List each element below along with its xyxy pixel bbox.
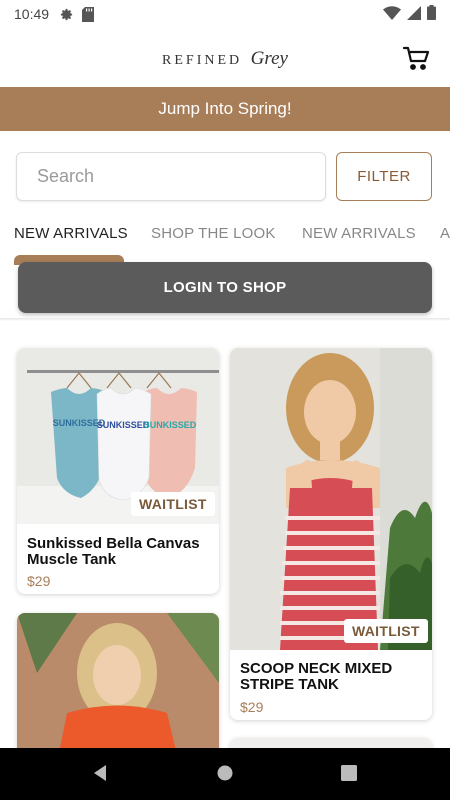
status-right bbox=[383, 5, 436, 23]
search-input[interactable] bbox=[17, 153, 325, 200]
signal-icon bbox=[407, 5, 421, 23]
section-divider bbox=[0, 318, 450, 321]
login-to-shop-button[interactable]: LOGIN TO SHOP bbox=[18, 262, 432, 313]
shirt-print: SUNKISSED bbox=[97, 420, 150, 430]
waitlist-badge: WAITLIST bbox=[131, 492, 215, 516]
product-card[interactable]: SUNKISSED SUNKISSED SUNKISSED WAITLIST S… bbox=[17, 348, 219, 594]
logo-script: Grey bbox=[250, 48, 288, 69]
product-image bbox=[230, 348, 432, 650]
product-image bbox=[17, 613, 219, 763]
screen: 10:49 REFINED Grey Jump Into Spring! Sea… bbox=[0, 0, 450, 800]
sd-card-icon bbox=[82, 6, 95, 22]
product-price: $29 bbox=[240, 699, 264, 715]
product-name: Sunkissed Bella Canvas Muscle Tank bbox=[27, 535, 200, 568]
settings-status-icon bbox=[59, 7, 74, 22]
filter-button[interactable]: FILTER bbox=[336, 152, 432, 201]
tab-new-arrivals[interactable]: NEW ARRIVALS bbox=[14, 225, 128, 242]
promo-banner-text: Jump Into Spring! bbox=[158, 99, 292, 118]
home-icon[interactable] bbox=[216, 764, 234, 787]
app-header: REFINED Grey bbox=[0, 28, 450, 86]
tab-new-arrivals-2[interactable]: NEW ARRIVALS bbox=[302, 225, 416, 242]
status-bar: 10:49 bbox=[0, 0, 450, 28]
search-box[interactable] bbox=[16, 152, 326, 201]
tab-shop-the-look[interactable]: SHOP THE LOOK bbox=[151, 225, 276, 242]
system-nav-bar bbox=[0, 748, 450, 800]
back-icon[interactable] bbox=[91, 764, 109, 787]
product-card[interactable]: WAITLIST SCOOP NECK MIXED STRIPE TANK $2… bbox=[230, 348, 432, 720]
shirt-print: SUNKISSED bbox=[144, 420, 197, 430]
clock: 10:49 bbox=[14, 6, 50, 22]
battery-icon bbox=[427, 5, 436, 23]
category-tabs: NEW ARRIVALS SHOP THE LOOK NEW ARRIVALS … bbox=[0, 220, 450, 250]
logo-wordmark: REFINED bbox=[162, 53, 243, 68]
product-price: $29 bbox=[27, 573, 51, 589]
brand-logo[interactable]: REFINED Grey bbox=[0, 48, 450, 70]
tab-partial[interactable]: A bbox=[440, 225, 450, 242]
recents-icon[interactable] bbox=[341, 764, 357, 787]
wifi-icon bbox=[383, 5, 401, 23]
cart-icon[interactable] bbox=[402, 44, 430, 72]
promo-banner[interactable]: Jump Into Spring! bbox=[0, 87, 450, 131]
product-name: SCOOP NECK MIXED STRIPE TANK bbox=[240, 660, 393, 693]
product-card[interactable] bbox=[17, 613, 219, 763]
waitlist-badge: WAITLIST bbox=[344, 619, 428, 643]
